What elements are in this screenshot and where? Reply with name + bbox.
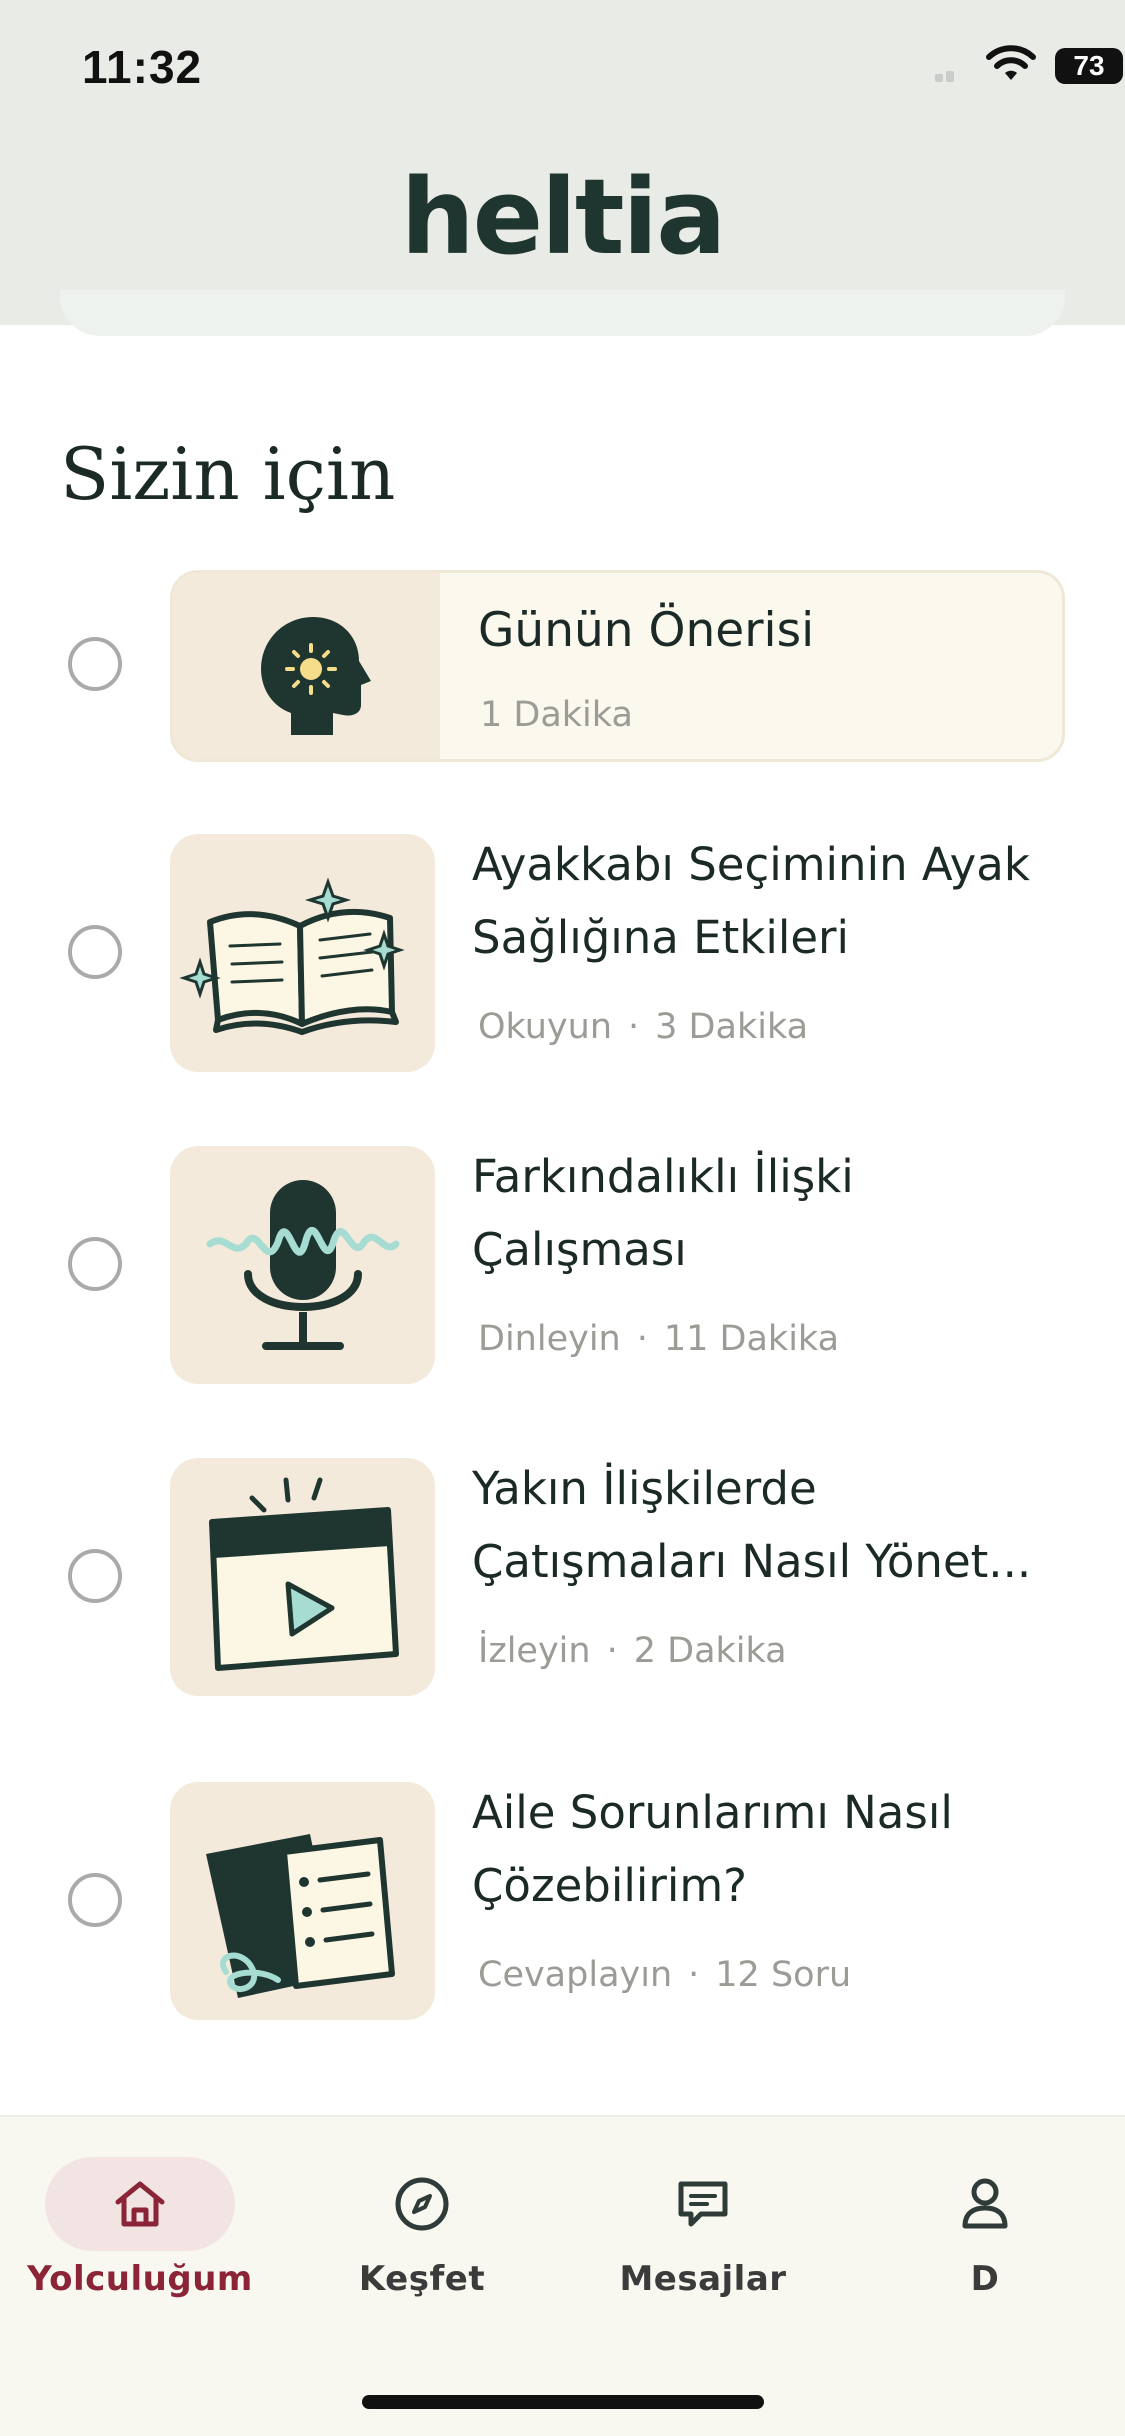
nav-icon-pill [327,2157,517,2251]
featured-meta: 1 Dakika [480,695,633,735]
home-icon [115,2181,165,2227]
video-player-icon [209,1477,399,1671]
top-header: 11:32 73 heltia [0,0,1125,325]
cellular-signal-icon [935,66,965,82]
nav-label: Yolculuğum [27,2259,253,2299]
nav-label: Mesajlar [619,2259,787,2299]
status-time: 11:32 [82,41,203,93]
profile-icon [962,2178,1008,2229]
item-thumbnail[interactable] [170,1458,435,1696]
wifi-icon [986,45,1036,80]
compass-icon [395,2177,449,2231]
nav-icon-pill [890,2157,1080,2251]
featured-card[interactable]: Günün Önerisi 1 Dakika [170,570,1065,762]
item-title[interactable]: Ayakkabı Seçiminin Ayak Sağlığına Etkile… [472,828,1072,974]
home-indicator[interactable] [362,2395,764,2409]
featured-checkbox[interactable] [68,637,122,691]
nav-icon-pill [45,2157,235,2251]
item-title[interactable]: Farkındalıklı İlişki Çalışması [472,1140,1072,1286]
nav-item-yolculugum[interactable]: Yolculuğum [0,2157,280,2299]
item-checkbox[interactable] [68,1237,122,1291]
item-checkbox[interactable] [68,1873,122,1927]
item-checkbox[interactable] [68,925,122,979]
item-title[interactable]: Yakın İlişkilerde Çatışmaları Nasıl Yöne… [472,1452,1072,1598]
microphone-icon [206,1180,400,1350]
item-meta: Cevaplayın · 12 Soru [478,1955,852,1995]
questionnaire-icon [206,1834,395,1998]
item-meta: Okuyun · 3 Dakika [478,1007,809,1047]
nav-label: D [970,2259,1000,2299]
item-thumbnail[interactable] [170,834,435,1072]
nav-item-kesfet[interactable]: Keşfet [282,2157,562,2299]
nav-label: Keşfet [358,2259,486,2299]
head-idea-icon [261,617,371,735]
bottom-nav: Yolculuğum Keşfet Mesajlar D [0,2115,1125,2436]
section-title: Sizin için [60,432,396,516]
app-logo: heltia [400,156,727,278]
item-thumbnail[interactable] [170,1782,435,2020]
open-book-icon [179,877,405,1035]
item-checkbox[interactable] [68,1549,122,1603]
featured-title: Günün Önerisi [478,603,815,658]
peek-card [60,290,1065,336]
item-meta: İzleyin · 2 Dakika [478,1631,787,1671]
nav-item-profile[interactable]: D [845,2157,1125,2299]
nav-item-mesajlar[interactable]: Mesajlar [563,2157,843,2299]
item-thumbnail[interactable] [170,1146,435,1384]
featured-thumbnail [173,573,440,759]
nav-icon-pill [608,2157,798,2251]
message-icon [678,2181,728,2227]
battery-icon: 73 [1055,48,1123,84]
item-meta: Dinleyin · 11 Dakika [478,1319,840,1359]
item-title[interactable]: Aile Sorunlarımı Nasıl Çözebilirim? [472,1776,1072,1922]
